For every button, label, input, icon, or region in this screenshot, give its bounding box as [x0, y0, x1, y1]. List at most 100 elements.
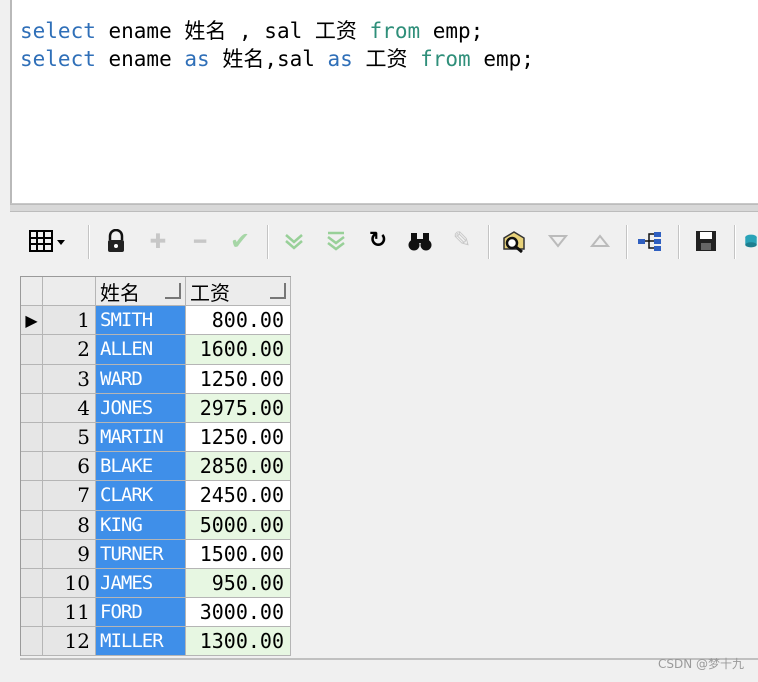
- add-record-icon[interactable]: ✚: [144, 227, 172, 255]
- watermark: CSDN @梦十九: [657, 657, 744, 671]
- cell-salary[interactable]: 3000.00: [186, 598, 291, 628]
- query-by-example-icon[interactable]: [500, 227, 528, 255]
- sort-desc-icon[interactable]: [544, 227, 572, 255]
- row-indicator: [21, 393, 43, 423]
- cell-salary[interactable]: 1600.00: [186, 335, 291, 365]
- row-number: 5: [43, 422, 96, 453]
- table-row[interactable]: 7 CLARK 2450.00: [21, 481, 291, 511]
- sql-line-2[interactable]: select ename as 姓名,sal as 工资 from emp;: [20, 46, 534, 72]
- cell-name[interactable]: CLARK: [96, 481, 186, 511]
- table-row[interactable]: 6 BLAKE 2850.00: [21, 452, 291, 482]
- toolbar-separator: [488, 225, 490, 259]
- column-header-label: 姓名: [100, 280, 140, 305]
- cell-name[interactable]: TURNER: [96, 539, 186, 569]
- table-row[interactable]: 2 ALLEN 1600.00: [21, 335, 291, 365]
- save-icon[interactable]: [692, 227, 720, 255]
- sql-line-1[interactable]: select ename 姓名 , sal 工资 from emp;: [20, 18, 483, 44]
- app-window: select ename 姓名 , sal 工资 from emp; selec…: [0, 0, 758, 682]
- table-row[interactable]: 12 MILLER 1300.00: [21, 627, 291, 657]
- result-grid[interactable]: 姓名 工资 ▶ 1 SMITH 800.00 2 ALLEN 1600.00 3 WARD 125…: [20, 276, 291, 657]
- lock-icon[interactable]: [102, 227, 130, 255]
- cell-name[interactable]: JONES: [96, 393, 186, 423]
- row-number: 8: [43, 510, 96, 540]
- post-icon[interactable]: ✔: [226, 227, 254, 255]
- cell-salary[interactable]: 1250.00: [186, 422, 291, 453]
- next-record-icon[interactable]: [280, 227, 308, 255]
- toolbar-separator: [678, 225, 680, 259]
- code-text: emp;: [420, 19, 484, 43]
- row-indicator: [21, 568, 43, 599]
- table-row[interactable]: 9 TURNER 1500.00: [21, 539, 291, 569]
- cell-salary[interactable]: 2450.00: [186, 481, 291, 511]
- cell-name[interactable]: MARTIN: [96, 422, 186, 453]
- row-number-header: [43, 277, 96, 307]
- clear-icon[interactable]: ✎: [448, 227, 476, 255]
- cell-name[interactable]: KING: [96, 510, 186, 540]
- table-row[interactable]: 10 JAMES 950.00: [21, 568, 291, 599]
- sort-indicator-icon: [165, 283, 181, 300]
- row-indicator: [21, 364, 43, 394]
- link-icon[interactable]: [636, 227, 664, 255]
- keyword-from: from: [369, 19, 421, 43]
- keyword-as: as: [184, 47, 210, 71]
- table-row[interactable]: ▶ 1 SMITH 800.00: [21, 306, 291, 336]
- table-row[interactable]: 4 JONES 2975.00: [21, 393, 291, 423]
- cell-name[interactable]: BLAKE: [96, 452, 186, 482]
- keyword-as: as: [327, 47, 353, 71]
- cell-salary[interactable]: 1250.00: [186, 364, 291, 394]
- grid-toolbar: ✚ ━ ✔ ↻ ✎: [10, 215, 758, 267]
- keyword-select: select: [20, 19, 96, 43]
- table-row[interactable]: 8 KING 5000.00: [21, 510, 291, 540]
- row-number: 2: [43, 335, 96, 365]
- row-number: 3: [43, 364, 96, 394]
- cell-name[interactable]: SMITH: [96, 306, 186, 336]
- grid-body: ▶ 1 SMITH 800.00 2 ALLEN 1600.00 3 WARD 1250.00 4 J…: [21, 306, 291, 657]
- refresh-icon[interactable]: ↻: [364, 227, 392, 255]
- grid-icon[interactable]: [26, 227, 70, 255]
- cell-name[interactable]: JAMES: [96, 568, 186, 599]
- keyword-from: from: [420, 47, 471, 71]
- row-indicator: [21, 452, 43, 482]
- row-indicator: [21, 335, 43, 365]
- code-text: ename: [95, 19, 185, 43]
- row-number: 1: [43, 306, 96, 336]
- table-row[interactable]: 3 WARD 1250.00: [21, 364, 291, 394]
- corner-cell: [21, 277, 43, 307]
- row-number: 9: [43, 539, 96, 569]
- table-row[interactable]: 11 FORD 3000.00: [21, 598, 291, 628]
- cell-salary[interactable]: 1500.00: [186, 539, 291, 569]
- cell-salary[interactable]: 1300.00: [186, 627, 291, 657]
- column-header-salary[interactable]: 工资: [186, 277, 291, 307]
- row-indicator: [21, 627, 43, 657]
- delete-record-icon[interactable]: ━: [186, 227, 214, 255]
- row-number: 11: [43, 598, 96, 628]
- cell-name[interactable]: FORD: [96, 598, 186, 628]
- row-indicator: ▶: [21, 306, 43, 336]
- sql-editor[interactable]: select ename 姓名 , sal 工资 from emp; selec…: [10, 0, 758, 204]
- last-record-icon[interactable]: [322, 227, 350, 255]
- cell-salary[interactable]: 800.00: [186, 306, 291, 336]
- code-text: 工资: [352, 47, 421, 71]
- cell-salary[interactable]: 2975.00: [186, 393, 291, 423]
- row-number: 12: [43, 627, 96, 657]
- toolbar-separator: [626, 225, 628, 259]
- column-header-name[interactable]: 姓名: [96, 277, 186, 307]
- export-icon[interactable]: [744, 227, 758, 255]
- row-indicator: [21, 539, 43, 569]
- table-row[interactable]: 5 MARTIN 1250.00: [21, 422, 291, 453]
- cell-name[interactable]: ALLEN: [96, 335, 186, 365]
- row-indicator: [21, 598, 43, 628]
- column-header-label: 工资: [190, 280, 230, 305]
- grid-bottom-border: [20, 658, 758, 660]
- sort-indicator-icon: [270, 283, 286, 300]
- cell-salary[interactable]: 5000.00: [186, 510, 291, 540]
- cell-name[interactable]: WARD: [96, 364, 186, 394]
- pane-splitter[interactable]: [10, 204, 758, 212]
- cell-name[interactable]: MILLER: [96, 627, 186, 657]
- row-number: 7: [43, 481, 96, 511]
- cell-salary[interactable]: 2850.00: [186, 452, 291, 482]
- find-icon[interactable]: [406, 227, 434, 255]
- toolbar-separator: [88, 225, 90, 259]
- cell-salary[interactable]: 950.00: [186, 568, 291, 599]
- sort-asc-icon[interactable]: [586, 227, 614, 255]
